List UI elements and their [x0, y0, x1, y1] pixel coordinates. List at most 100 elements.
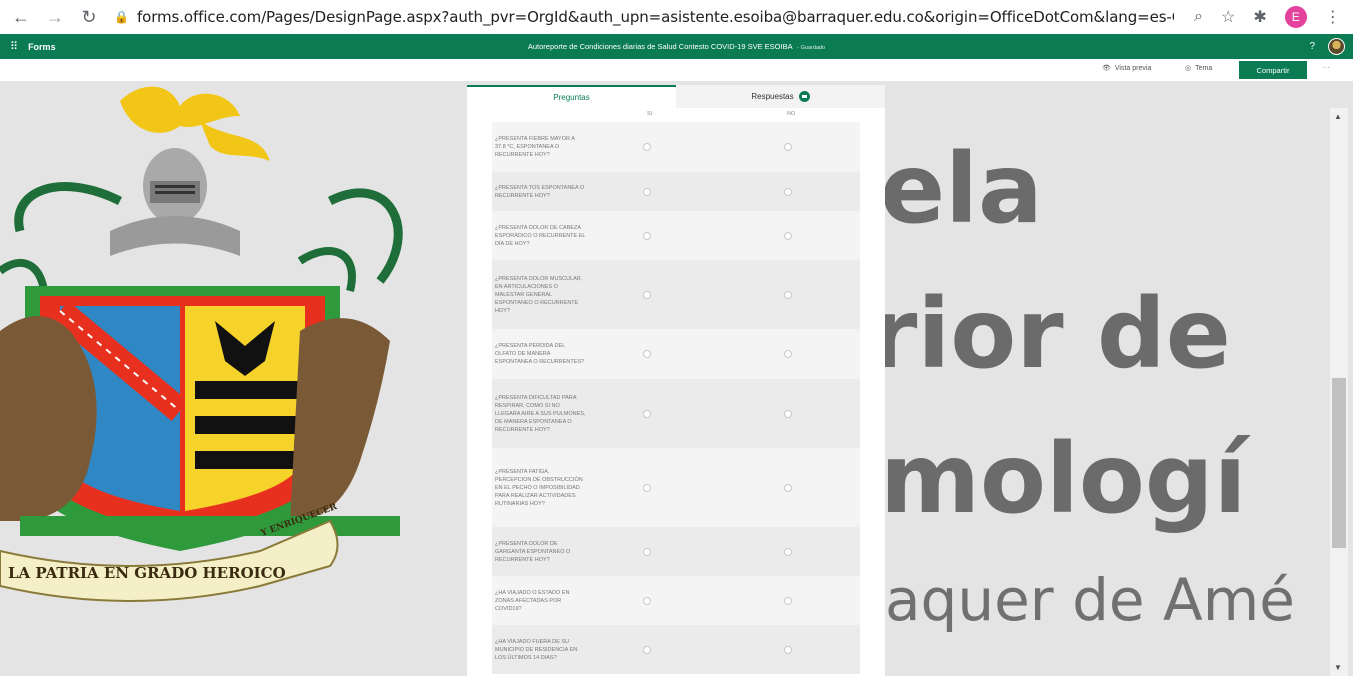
share-button[interactable]: Compartir: [1239, 61, 1307, 79]
radio-cell-yes: [643, 547, 651, 556]
radio-no[interactable]: [784, 231, 792, 240]
background-text-line-2: rior de: [870, 278, 1231, 390]
tab-questions[interactable]: Preguntas: [467, 85, 676, 108]
radio-yes[interactable]: [643, 645, 651, 654]
tab-questions-label: Preguntas: [553, 93, 590, 102]
radio-yes[interactable]: [643, 409, 651, 418]
radio-yes[interactable]: [643, 187, 651, 196]
help-icon[interactable]: ?: [1309, 41, 1315, 52]
radio-cell-no: [784, 187, 792, 196]
radio-yes[interactable]: [643, 483, 651, 492]
likert-column-headers: SI NO: [467, 108, 885, 122]
browser-toolbar: ← → ↻ 🔒 forms.office.com/Pages/DesignPag…: [0, 0, 1353, 34]
theme-button[interactable]: ◎ Tema: [1185, 64, 1213, 73]
radio-cell-no: [784, 231, 792, 240]
radio-no[interactable]: [784, 409, 792, 418]
scroll-thumb[interactable]: [1332, 378, 1346, 548]
radio-no[interactable]: [784, 187, 792, 196]
radio-cell-yes: [643, 483, 651, 492]
palette-icon: ◎: [1185, 65, 1192, 72]
likert-question-text: ¿PRESENTA PERDIDA DEL OLFATO DE MANERA E…: [495, 343, 585, 365]
radio-cell-yes: [643, 231, 651, 240]
radio-cell-yes: [643, 596, 651, 605]
radio-no[interactable]: [784, 596, 792, 605]
likert-question-text: ¿PRESENTA TOS ESPONTANEA O RECURRENTE HO…: [495, 184, 585, 199]
likert-question-text: ¿PRESENTA DOLOR DE GARGANTA ESPONTANEO O…: [495, 540, 571, 563]
likert-question-text: ¿HA VIAJADO O ESTADO EN ZONAS AFECTADAS …: [495, 589, 570, 612]
preview-button[interactable]: 👁 Vista previa: [1102, 64, 1152, 73]
radio-no[interactable]: [784, 483, 792, 492]
likert-question-text: ¿PRESENTA DOLOR DE CABEZA ESPORÁDICO O R…: [495, 224, 586, 247]
radio-cell-no: [784, 483, 792, 492]
radio-cell-yes: [643, 290, 651, 299]
likert-row: ¿PRESENTA DOLOR MUSCULAR, EN ARTICULACIO…: [492, 260, 860, 329]
radio-yes[interactable]: [643, 596, 651, 605]
radio-no[interactable]: [784, 290, 792, 299]
back-icon[interactable]: ←: [8, 4, 34, 30]
likert-question-text: ¿PRESENTA FIEBRE MAYOR A 37.8 °C, ESPONT…: [495, 136, 575, 158]
scroll-up-icon[interactable]: ▲: [1334, 112, 1342, 121]
forward-icon[interactable]: →: [42, 4, 68, 30]
zoom-icon[interactable]: ⌕: [1194, 8, 1203, 26]
browser-menu-icon[interactable]: ⋮: [1325, 7, 1341, 27]
background-text-line-4: aquer de Amé: [885, 566, 1295, 634]
radio-cell-no: [784, 547, 792, 556]
form-panel: Preguntas Respuestas SI NO ¿PRESENTA FIE…: [467, 85, 885, 676]
radio-cell-no: [784, 143, 792, 151]
more-options-icon[interactable]: ···: [1322, 63, 1330, 72]
radio-no[interactable]: [784, 350, 792, 358]
reload-icon[interactable]: ↻: [76, 4, 102, 30]
preview-label: Vista previa: [1114, 64, 1152, 72]
form-toolbar: 👁 Vista previa ◎ Tema Compartir ···: [0, 59, 1353, 81]
likert-row: ¿PRESENTA DOLOR DE CABEZA ESPORÁDICO O R…: [492, 211, 860, 260]
background-text-line-3: mologí: [880, 423, 1247, 535]
likert-row: ¿PRESENTA DOLOR DE GARGANTA ESPONTANEO O…: [492, 527, 860, 576]
address-bar[interactable]: 🔒 forms.office.com/Pages/DesignPage.aspx…: [114, 4, 1174, 30]
likert-row: ¿PRESENTA FIEBRE MAYOR A 37.8 °C, ESPONT…: [492, 122, 860, 172]
lock-icon: 🔒: [114, 10, 129, 24]
radio-no[interactable]: [784, 143, 792, 151]
user-avatar[interactable]: [1328, 38, 1345, 55]
radio-cell-no: [784, 645, 792, 654]
radio-no[interactable]: [784, 547, 792, 556]
scroll-down-icon[interactable]: ▼: [1334, 663, 1342, 672]
url-text: forms.office.com/Pages/DesignPage.aspx?a…: [136, 8, 1174, 26]
form-tabs: Preguntas Respuestas: [467, 85, 885, 108]
theme-label: Tema: [1195, 64, 1213, 72]
column-yes: SI: [647, 111, 653, 117]
page-scrollbar[interactable]: ▲ ▼: [1330, 108, 1348, 676]
forms-app-bar: ⠿ Forms Autoreporte de Condiciones diari…: [0, 34, 1353, 59]
responses-count-icon: [798, 91, 810, 102]
radio-no[interactable]: [784, 645, 792, 654]
app-name[interactable]: Forms: [28, 42, 56, 52]
saved-status: - Guardado: [797, 45, 826, 51]
radio-yes[interactable]: [643, 547, 651, 556]
eye-icon: 👁: [1102, 65, 1111, 72]
likert-row: ¿HA VIAJADO O ESTADO EN ZONAS AFECTADAS …: [492, 576, 860, 625]
likert-row: ¿PRESENTA PERDIDA DEL OLFATO DE MANERA E…: [492, 329, 860, 379]
likert-question-text: ¿PRESENTA DIFICULTAD PARA RESPIRAR, COMO…: [495, 394, 586, 433]
coat-of-arms-image: LA PATRIA EN GRADO HEROICO Y ENRIQUECER: [0, 86, 403, 602]
extensions-puzzle-icon[interactable]: ✱: [1253, 7, 1266, 27]
radio-yes[interactable]: [643, 143, 651, 151]
column-no: NO: [787, 111, 796, 117]
radio-yes[interactable]: [643, 350, 651, 358]
radio-cell-yes: [643, 143, 651, 151]
crest-motto: LA PATRIA EN GRADO HEROICO: [8, 564, 286, 582]
radio-cell-yes: [643, 187, 651, 196]
likert-row: ¿PRESENTA DIFICULTAD PARA RESPIRAR, COMO…: [492, 379, 860, 448]
bookmark-star-icon[interactable]: ☆: [1221, 7, 1235, 27]
tab-responses[interactable]: Respuestas: [676, 85, 885, 108]
likert-question-text: ¿PRESENTA DOLOR MUSCULAR, EN ARTICULACIO…: [495, 275, 583, 314]
profile-avatar[interactable]: E: [1284, 6, 1307, 28]
likert-row: ¿PRESENTA FATIGA, PERCEPCION DE OBSTRUCC…: [492, 448, 860, 527]
radio-yes[interactable]: [643, 290, 651, 299]
app-launcher-icon[interactable]: ⠿: [10, 40, 18, 53]
radio-cell-no: [784, 409, 792, 418]
likert-question-text: ¿PRESENTA FATIGA, PERCEPCION DE OBSTRUCC…: [495, 468, 583, 507]
radio-cell-no: [784, 290, 792, 299]
radio-cell-yes: [643, 409, 651, 418]
radio-yes[interactable]: [643, 231, 651, 240]
tab-responses-label: Respuestas: [751, 92, 794, 101]
likert-rows: ¿PRESENTA FIEBRE MAYOR A 37.8 °C, ESPONT…: [492, 122, 860, 674]
